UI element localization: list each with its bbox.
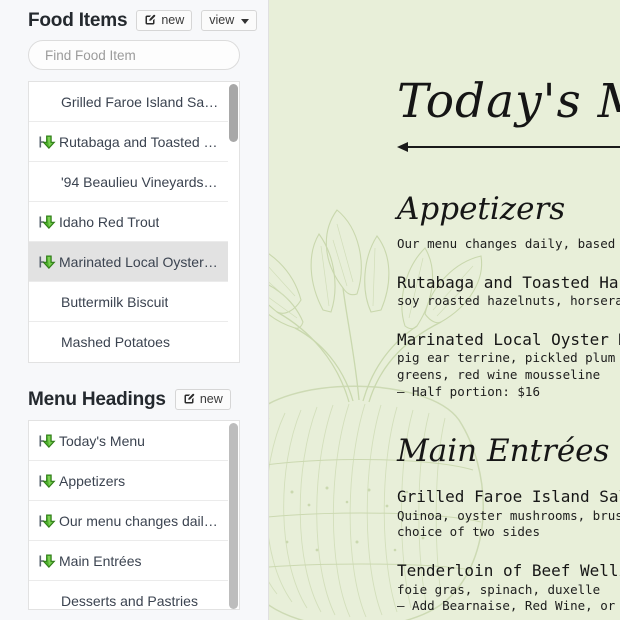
food-items-list: Grilled Faroe Island Salmon Rutabaga and … [28,81,240,363]
menu-headings-scrollbar[interactable] [228,421,239,609]
food-items-list-rows: Grilled Faroe Island Salmon Rutabaga and … [29,82,239,362]
insert-arrow-icon[interactable] [39,214,56,230]
menu-item-description-line: – Add Bearnaise, Red Wine, or Bordelais [397,598,620,614]
left-sidebar: Food Items new view Grilled Faroe [0,0,268,620]
app-root: Food Items new view Grilled Faroe [0,0,620,620]
insert-arrow-icon[interactable] [39,254,56,270]
menu-item-name: Tenderloin of Beef Wellington [397,561,620,581]
menu-heading-main-entrees: Main Entrées [397,432,610,469]
menu-preview-pane[interactable]: Today's Menu Appetizers Our menu changes… [268,0,620,620]
menu-headings-header: Menu Headings new [0,379,268,411]
menu-item-description-line: pig ear terrine, pickled plum jelly, j [397,350,620,366]
edit-square-icon [144,14,156,26]
menu-appetizers-note: Our menu changes daily, based on the [397,235,620,251]
insert-arrow-icon[interactable] [39,134,56,150]
menu-headings-new-label: new [199,391,223,406]
food-search-wrap [0,30,268,70]
menu-item-name: Marinated Local Oyster Mushro [397,329,620,349]
insert-arrow-icon[interactable] [39,513,56,529]
insert-arrow-icon[interactable] [39,553,56,569]
list-item-label: Appetizers [59,472,126,489]
list-item[interactable]: Appetizers [29,461,239,501]
food-items-scrollbar-thumb[interactable] [229,84,238,142]
menu-appetizer-items: Rutabaga and Toasted Hazelnutsoy roasted… [397,273,620,401]
menu-headings-title: Menu Headings [28,389,166,410]
food-items-new-label: new [161,12,185,27]
list-item[interactable]: Idaho Red Trout [29,202,239,242]
menu-entree-items: Grilled Faroe Island Salmon —Quinoa, oys… [397,487,620,620]
menu-item-description-line: foie gras, spinach, duxelle [397,581,601,597]
food-items-scrollbar[interactable] [228,82,239,362]
menu-title: Today's Menu [397,74,620,129]
menu-item: Grilled Faroe Island Salmon —Quinoa, oys… [397,487,620,541]
menu-divider-arrow [397,141,620,153]
menu-item: Rutabaga and Toasted Hazelnutsoy roasted… [397,273,620,310]
list-item[interactable]: Grilled Faroe Island Salmon [29,82,239,122]
menu-heading-appetizers: Appetizers [397,191,566,227]
menu-item-description-line: choice of two sides [397,524,540,540]
menu-item-name: Rutabaga and Toasted Hazelnut [397,272,620,292]
menu-headings-scrollbar-thumb[interactable] [229,423,238,609]
list-item-label: Marinated Local Oyster Mus… [59,253,221,270]
list-item-label: Main Entrées [59,552,142,569]
list-item[interactable]: Rutabaga and Toasted Haze… [29,122,239,162]
list-item-label: Mashed Potatoes [61,334,170,350]
menu-content: Today's Menu Appetizers Our menu changes… [397,0,620,620]
food-items-header: Food Items new view [0,0,268,32]
insert-arrow-icon[interactable] [39,473,56,489]
list-item[interactable]: Today's Menu [29,421,239,461]
insert-arrow-icon[interactable] [39,433,56,449]
edit-square-icon [183,393,195,405]
menu-item-description-line: soy roasted hazelnuts, horseradish c [397,293,620,309]
list-item[interactable]: '94 Beaulieu Vineyards "Bea… [29,162,239,202]
menu-item: Marinated Local Oyster Mushropig ear ter… [397,330,620,401]
list-item-label: Today's Menu [59,432,145,449]
list-item-label: Rutabaga and Toasted Haze… [59,133,221,150]
divider-line [407,146,620,148]
menu-item-description-line: Quinoa, oyster mushrooms, brussels s [397,507,620,523]
list-item-label: Grilled Faroe Island Salmon [61,93,221,110]
menu-headings-list: Today's Menu Appetizers Our menu changes d… [28,420,240,610]
list-item[interactable]: Buttermilk Biscuit [29,282,239,322]
menu-item: Tenderloin of Beef Wellingtonfoie gras, … [397,561,620,615]
menu-headings-new-button[interactable]: new [174,388,231,411]
menu-item-description-line: greens, red wine mousseline [397,367,601,383]
list-item[interactable]: Marinated Local Oyster Mus… [29,242,239,282]
food-items-view-button[interactable]: view [201,9,258,32]
list-item[interactable]: Main Entrées [29,541,239,581]
list-item[interactable]: Desserts and Pastries [29,581,239,609]
list-item-label: Idaho Red Trout [59,213,160,230]
search-input[interactable] [28,40,240,70]
menu-item-name: Grilled Faroe Island Salmon — [397,487,620,507]
food-items-title: Food Items [28,10,128,31]
list-item-label: Buttermilk Biscuit [61,293,169,310]
list-item-label: Desserts and Pastries [61,593,198,609]
list-item[interactable]: Mashed Potatoes [29,322,239,362]
food-items-view-label: view [209,12,235,27]
food-items-new-button[interactable]: new [136,9,193,32]
chevron-down-icon [241,18,250,24]
menu-headings-list-rows: Today's Menu Appetizers Our menu changes d… [29,421,239,609]
list-item[interactable]: Our menu changes daily, bas… [29,501,239,541]
list-item-label: '94 Beaulieu Vineyards "Bea… [61,173,221,190]
menu-item-description-line: – Half portion: $16 [397,383,540,399]
list-item-label: Our menu changes daily, bas… [59,512,221,529]
